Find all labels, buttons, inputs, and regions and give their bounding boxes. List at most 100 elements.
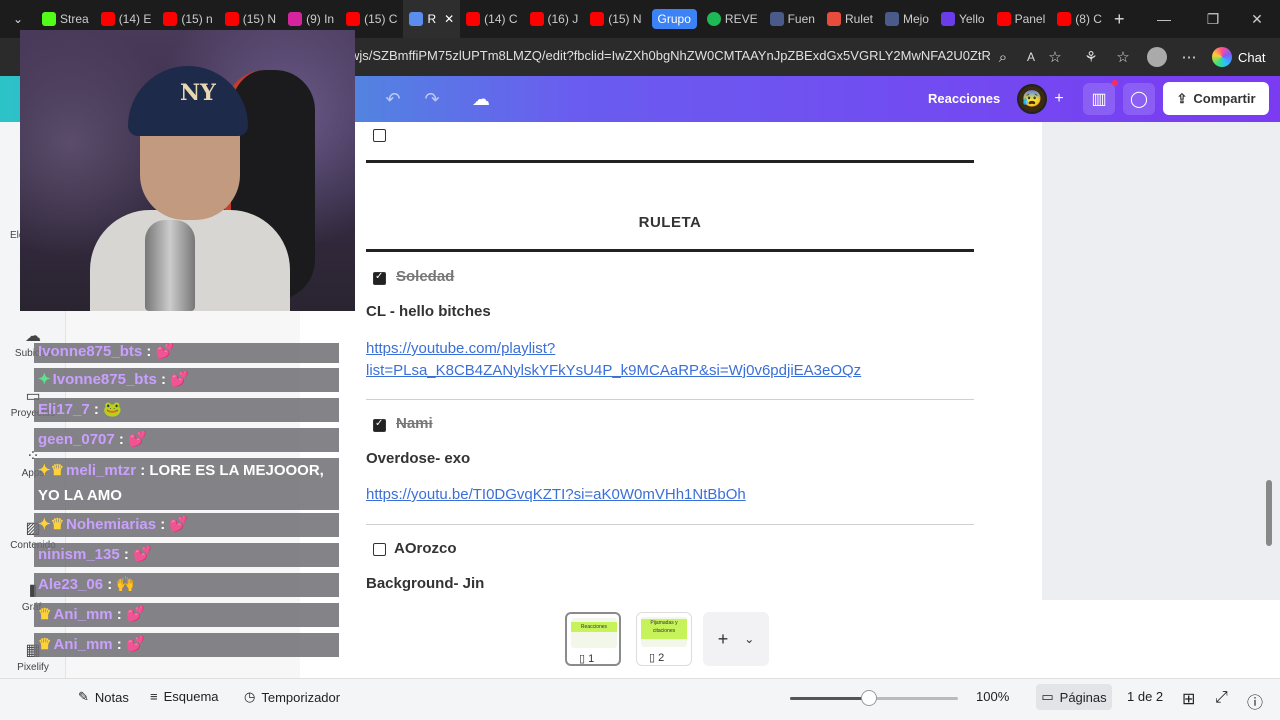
youtube-icon xyxy=(466,12,481,26)
chat-message: ✦♛ meli_mtzr : LORE ES LA MEJOOOR, YO LA … xyxy=(34,458,339,510)
shield-icon xyxy=(940,12,955,26)
task-checkbox[interactable] xyxy=(373,271,386,285)
plus-icon: + xyxy=(717,628,729,649)
add-page-button[interactable]: + ⌄ xyxy=(703,612,769,666)
browser-tab[interactable]: Yello xyxy=(935,0,991,38)
chat-message: ✦♛ Nohemiarias : 💕 xyxy=(34,513,339,537)
extensions-icon[interactable]: ⚘ xyxy=(1080,46,1102,68)
stream-chat-overlay: Ivonne875_bts : 💕 ✦ Ivonne875_bts : 💕 Eli… xyxy=(34,343,339,660)
close-tab-icon[interactable]: ✕ xyxy=(444,12,454,26)
page-title: RULETA xyxy=(638,214,702,231)
task-checkbox[interactable] xyxy=(373,418,386,432)
divider xyxy=(366,249,974,252)
song-link[interactable]: https://youtube.com/playlist? list=PLsa_K… xyxy=(366,338,861,382)
minimize-button[interactable]: — xyxy=(1141,0,1187,38)
insights-icon[interactable]: ▥ xyxy=(1083,83,1115,115)
browser-tab[interactable]: Rulet xyxy=(821,0,879,38)
notes-button[interactable]: ✎ Notas xyxy=(78,689,129,705)
undo-icon[interactable]: ↶ xyxy=(380,86,406,112)
close-window-button[interactable]: ✕ xyxy=(1234,0,1280,38)
task-checkbox[interactable] xyxy=(373,543,386,556)
comments-icon[interactable]: ◯ xyxy=(1123,83,1155,115)
browser-tab[interactable]: (15) N xyxy=(584,0,647,38)
youtube-icon xyxy=(100,12,115,26)
kick-icon xyxy=(42,12,56,26)
timer-icon: ◷ xyxy=(244,689,256,704)
zoom-slider-handle[interactable] xyxy=(860,690,877,706)
canva-icon xyxy=(409,12,424,26)
page-icon xyxy=(769,12,784,26)
cloud-saved-icon[interactable]: ☁ xyxy=(468,86,494,112)
page-counter: 1 de 2 xyxy=(1127,689,1164,704)
chat-message: ninism_135 : 💕 xyxy=(34,543,339,567)
url-field[interactable]: wjs/SZBmffiPM75zlUPTm8LMZQ/edit?fbclid=I… xyxy=(350,48,990,63)
chat-message: ✦ Ivonne875_bts : 💕 xyxy=(34,368,339,392)
grid-view-icon[interactable]: ⊞ xyxy=(1182,689,1195,709)
task-name: AOrozco xyxy=(394,540,457,557)
notification-dot xyxy=(1112,80,1118,86)
more-menu-icon[interactable]: ⋯ xyxy=(1178,46,1200,68)
webcam-overlay: NY xyxy=(20,30,355,311)
browser-tab-active[interactable]: R ✕ xyxy=(403,0,461,38)
task-checkbox[interactable] xyxy=(373,129,386,142)
list-icon: ≡ xyxy=(150,689,158,704)
zoom-icon[interactable]: ⌕ xyxy=(992,46,1014,68)
spotify-icon xyxy=(706,12,721,26)
chat-message: Ale23_06 : 🙌 xyxy=(34,573,339,597)
youtube-icon xyxy=(1057,12,1072,26)
maximize-button[interactable]: ❐ xyxy=(1190,0,1236,38)
scrollbar[interactable] xyxy=(1266,480,1272,546)
song-title: Background- Jin xyxy=(366,575,485,592)
instagram-icon xyxy=(288,12,303,26)
youtube-icon xyxy=(590,12,605,26)
browser-tab[interactable]: REVE xyxy=(701,0,764,38)
profile-icon[interactable] xyxy=(1146,46,1168,68)
share-button[interactable]: ⇪ Compartir xyxy=(1163,82,1269,115)
star-icon[interactable]: ☆ xyxy=(1044,46,1066,68)
youtube-icon xyxy=(529,12,544,26)
chevron-down-icon[interactable]: ⌄ xyxy=(744,632,754,646)
divider xyxy=(366,399,974,400)
browser-tab[interactable]: (16) J xyxy=(524,0,585,38)
page-thumbnail[interactable]: Reacciones ▯ 1 xyxy=(565,612,621,666)
notes-icon: ✎ xyxy=(78,689,89,704)
zoom-level[interactable]: 100% xyxy=(976,689,1009,704)
page-thumbnail[interactable]: Pijamadas y citaciones ▯ 2 xyxy=(636,612,692,666)
task-name: Nami xyxy=(396,415,433,432)
design-title[interactable]: Reacciones xyxy=(928,91,1000,106)
help-icon[interactable]: ⓘ xyxy=(1247,689,1263,713)
youtube-icon xyxy=(224,12,239,26)
tab-group-label[interactable]: Grupo xyxy=(651,9,697,29)
add-collaborator-button[interactable]: + xyxy=(1043,83,1075,115)
browser-tab[interactable]: Mejo xyxy=(879,0,935,38)
wheel-icon xyxy=(826,12,841,26)
fullscreen-icon[interactable]: ⤢ xyxy=(1215,689,1228,707)
pages-button[interactable]: ▭ Páginas xyxy=(1036,684,1112,710)
chat-message: ♛ Ani_mm : 💕 xyxy=(34,633,339,657)
timer-button[interactable]: ◷ Temporizador xyxy=(244,689,340,705)
youtube-icon xyxy=(996,12,1011,26)
thumbnail-image: Reacciones xyxy=(571,618,617,648)
outline-button[interactable]: ≡ Esquema xyxy=(150,689,219,704)
read-aloud-icon[interactable]: A xyxy=(1020,46,1042,68)
pages-icon: ▭ xyxy=(1041,689,1054,704)
browser-tab[interactable]: Fuen xyxy=(764,0,821,38)
browser-tab[interactable]: Panel xyxy=(991,0,1052,38)
copilot-chat-button[interactable]: Chat xyxy=(1212,44,1265,70)
cap-logo: NY xyxy=(180,80,216,106)
chat-message: Ivonne875_bts : 💕 xyxy=(34,343,339,363)
redo-icon[interactable]: ↷ xyxy=(419,86,445,112)
chat-message: geen_0707 : 💕 xyxy=(34,428,339,452)
browser-tab[interactable]: (14) C xyxy=(460,0,523,38)
copilot-icon xyxy=(1212,47,1232,67)
divider xyxy=(366,160,974,163)
youtube-icon xyxy=(163,12,178,26)
favorites-icon[interactable]: ☆ xyxy=(1112,46,1134,68)
song-link[interactable]: https://youtu.be/TI0DGvqKZTI?si=aK0W0mVH… xyxy=(366,484,746,506)
page-number: ▯ 1 xyxy=(579,653,595,665)
page-icon xyxy=(884,12,899,26)
song-title: CL - hello bitches xyxy=(366,303,491,320)
chat-message: Eli17_7 : 🐸 xyxy=(34,398,339,422)
browser-tab[interactable]: (8) C xyxy=(1051,0,1108,38)
new-tab-button[interactable]: + xyxy=(1108,0,1131,38)
